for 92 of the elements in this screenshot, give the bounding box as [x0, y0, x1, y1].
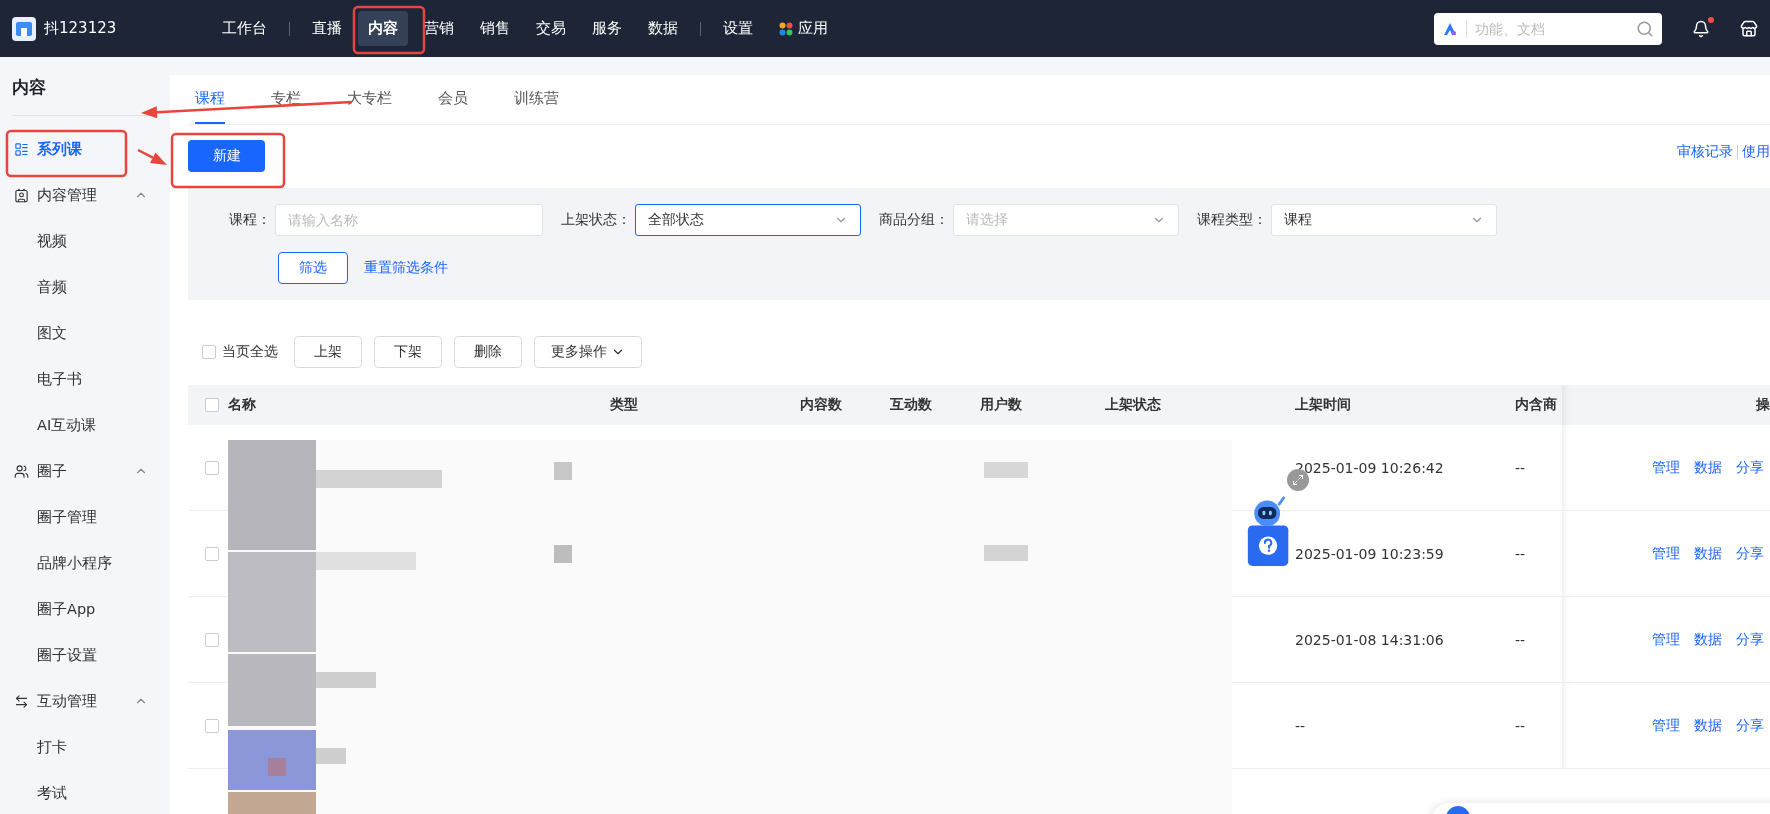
action-link[interactable]: 分享 — [1736, 544, 1764, 563]
brand-name: 抖123123 — [44, 19, 117, 38]
sidebar-item[interactable]: 图文 — [12, 310, 158, 356]
column-header: 上架状态 — [1105, 396, 1162, 414]
search-field[interactable]: 功能、文档 — [1434, 12, 1662, 45]
more-button[interactable]: 更多操作 — [534, 336, 642, 368]
filter-label: 课程： — [229, 211, 271, 229]
nav-tab[interactable]: 数据 — [638, 11, 688, 46]
filter-label: 课程类型： — [1197, 211, 1267, 229]
menu-icon — [14, 693, 29, 709]
action-link[interactable]: 数据 — [1694, 630, 1722, 649]
column-header: 类型 — [610, 396, 639, 414]
sidebar-item[interactable]: 内容管理 — [12, 172, 158, 218]
reset-link[interactable]: 重置筛选条件 — [364, 259, 448, 277]
nav-tab[interactable]: 应用 — [769, 11, 838, 46]
bulk-button[interactable]: 上架 — [294, 336, 362, 368]
sidebar-item[interactable]: 考试 — [12, 770, 158, 814]
action-link[interactable]: 管理 — [1652, 630, 1680, 649]
logo-icon — [12, 16, 36, 41]
sidebar-item[interactable]: 圈子设置 — [12, 632, 158, 678]
table-cell-text: -- — [1515, 631, 1527, 648]
column-header: 操 — [1756, 396, 1770, 414]
filter-label: 上架状态： — [561, 211, 631, 229]
menu-icon — [14, 187, 29, 203]
sidebar-item[interactable]: 系列课 — [12, 126, 158, 172]
nav-tab[interactable]: 内容 — [358, 11, 408, 46]
apps-icon — [779, 21, 793, 36]
sidebar-item[interactable]: 打卡 — [12, 724, 158, 770]
column-header: 内含商 — [1515, 396, 1558, 414]
bulk-button[interactable]: 删除 — [454, 336, 522, 368]
bulk-button[interactable]: 下架 — [374, 336, 442, 368]
column-header: 名称 — [228, 396, 257, 414]
filter-button[interactable]: 筛选 — [278, 252, 348, 284]
checkbox[interactable] — [205, 460, 219, 475]
action-link[interactable]: 管理 — [1652, 544, 1680, 563]
sidebar-item[interactable]: 音频 — [12, 264, 158, 310]
select-field[interactable]: 课程 — [1271, 204, 1497, 236]
sidebar-item[interactable]: 品牌小程序 — [12, 540, 158, 586]
sidebar-item[interactable]: 圈子 — [12, 448, 158, 494]
nav-tab[interactable]: 交易 — [526, 11, 576, 46]
search-icon[interactable] — [1636, 19, 1654, 38]
table-cell-text: -- — [1515, 545, 1527, 562]
table-cell-text: -- — [1515, 717, 1527, 734]
checkbox-label: 当页全选 — [222, 343, 278, 361]
nav-tab[interactable]: 工作台 — [212, 11, 277, 46]
filter-label: 商品分组： — [879, 211, 949, 229]
nav-tab[interactable]: 服务 — [582, 11, 632, 46]
table-cell-text: 2025-01-09 10:23:59 — [1295, 545, 1445, 562]
column-header: 互动数 — [890, 396, 933, 414]
sidebar-item[interactable]: 圈子管理 — [12, 494, 158, 540]
table-cell-text: 2025-01-08 14:31:06 — [1295, 631, 1445, 648]
checkbox[interactable] — [205, 398, 219, 412]
action-link[interactable]: 分享 — [1736, 630, 1764, 649]
header-link[interactable]: 审核记录 — [1677, 142, 1733, 161]
column-header: 用户数 — [980, 396, 1023, 414]
nav-tab[interactable]: 营销 — [414, 11, 464, 46]
sidebar-item[interactable]: 电子书 — [12, 356, 158, 402]
table-cell-text: -- — [1295, 717, 1307, 734]
tab[interactable]: 会员 — [438, 75, 468, 124]
action-link[interactable]: 管理 — [1652, 458, 1680, 477]
checkbox[interactable] — [202, 345, 216, 359]
select-field[interactable]: 全部状态 — [635, 204, 861, 236]
nav-tab[interactable]: 直播 — [302, 11, 352, 46]
checkbox[interactable] — [205, 546, 219, 561]
column-header: 内容数 — [800, 396, 843, 414]
tab[interactable]: 课程 — [195, 75, 225, 124]
annotation-arrow — [137, 148, 167, 165]
column-header: 上架时间 — [1295, 396, 1352, 414]
tab[interactable]: 训练营 — [514, 75, 559, 124]
table-cell-text: -- — [1515, 459, 1527, 476]
sidebar-item[interactable]: 圈子App — [12, 586, 158, 632]
action-link[interactable]: 数据 — [1694, 544, 1722, 563]
checkbox[interactable] — [205, 718, 219, 733]
store-icon[interactable] — [1740, 19, 1758, 38]
sidebar-item[interactable]: 视频 — [12, 218, 158, 264]
action-link[interactable]: 分享 — [1736, 458, 1764, 477]
table-cell-text: 2025-01-09 10:26:42 — [1295, 459, 1445, 476]
action-link[interactable]: 数据 — [1694, 716, 1722, 735]
menu-icon — [14, 141, 29, 157]
action-link[interactable]: 数据 — [1694, 458, 1722, 477]
sidebar-item[interactable]: 互动管理 — [12, 678, 158, 724]
checkbox[interactable] — [205, 632, 219, 647]
header-link[interactable]: 使用 — [1742, 142, 1770, 161]
sidebar-item[interactable]: AI互动课 — [12, 402, 158, 448]
menu-icon — [14, 463, 29, 479]
action-link[interactable]: 分享 — [1736, 716, 1764, 735]
tab[interactable]: 专栏 — [271, 75, 301, 124]
name-input[interactable]: 请输入名称 — [275, 204, 543, 236]
new-button[interactable]: 新建 — [188, 139, 265, 172]
nav-tab[interactable]: 设置 — [713, 11, 763, 46]
action-link[interactable]: 管理 — [1652, 716, 1680, 735]
nav-tab[interactable]: 销售 — [470, 11, 520, 46]
